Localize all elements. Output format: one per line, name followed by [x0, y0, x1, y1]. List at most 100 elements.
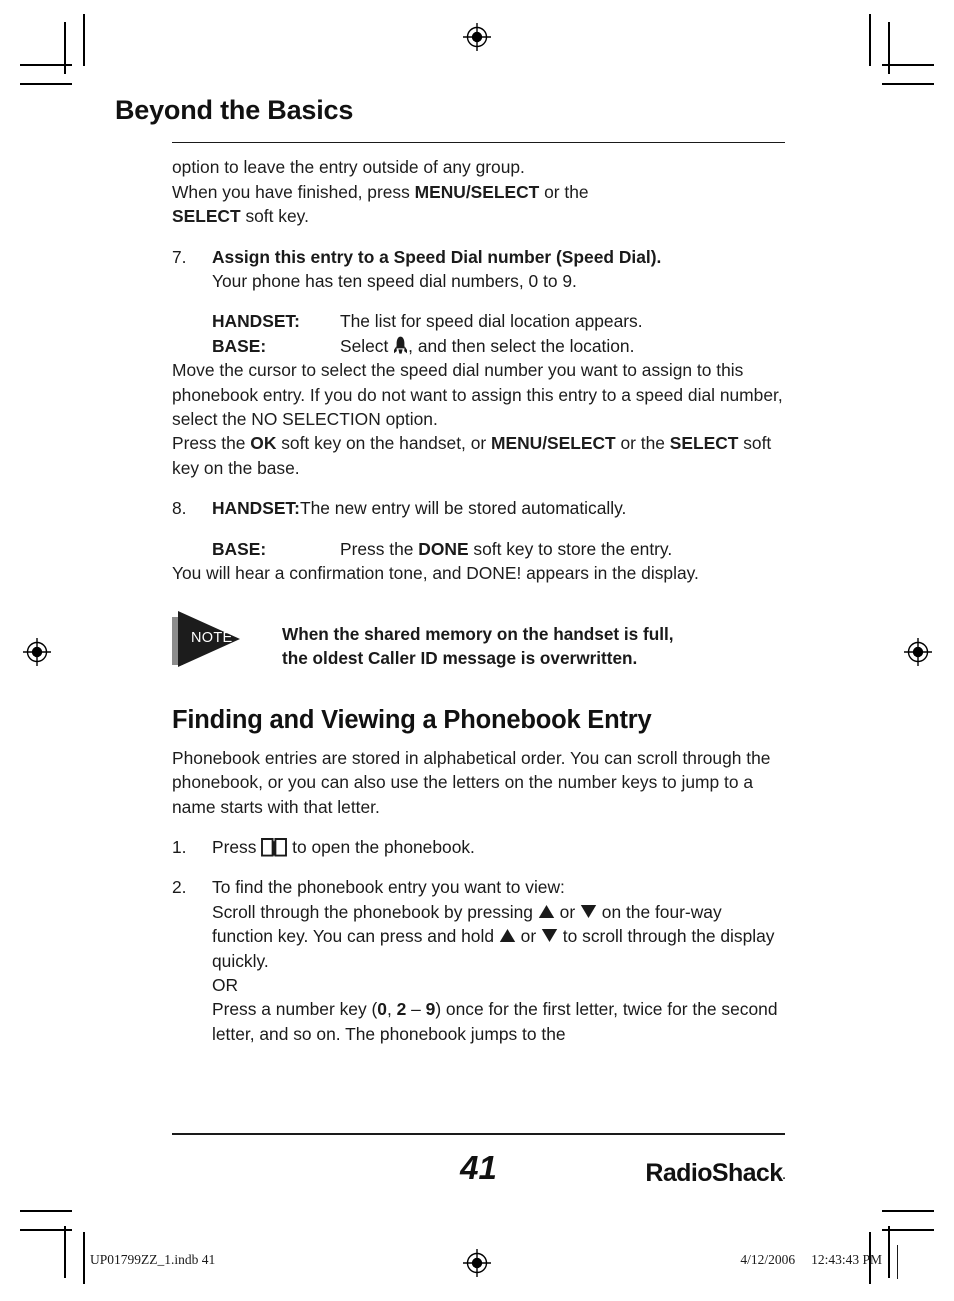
find-step-2-scroll-a: Scroll through the phonebook by pressing [212, 901, 538, 922]
brand-name: RadioShack [645, 1158, 783, 1187]
step-8-base-row: BASE: Press the DONE soft key to store t… [212, 537, 785, 561]
section-intro-paragraph: Phonebook entries are stored in alphabet… [172, 747, 771, 817]
step-7-handset-text: The list for speed dial location appears… [340, 311, 643, 332]
menu-select-keyword: MENU/SELECT [414, 181, 540, 202]
done-keyword: DONE [418, 538, 469, 559]
print-edge-bar [896, 1245, 898, 1279]
find-step-2-or: OR [212, 974, 239, 995]
step-7-heading: Assign this entry to a Speed Dial number… [212, 246, 662, 267]
crop-mark-bottom-left-inner-vertical [64, 1226, 66, 1278]
print-info-timestamp: 4/12/2006 12:43:43 PM [740, 1252, 882, 1268]
list-item-step-7: 7. Assign this entry to a Speed Dial num… [172, 245, 785, 294]
intro-line-2-prefix: When you have finished, press [172, 181, 415, 202]
print-info-time: 12:43:43 PM [811, 1252, 882, 1267]
find-step-2-scroll-d: or [515, 926, 541, 947]
step-8-number: 8. [172, 498, 187, 519]
brand-logo: RadioShack. [645, 1159, 785, 1188]
note-text: When the shared memory on the handset is… [276, 611, 785, 670]
intro-line-3-suffix: soft key. [240, 206, 309, 227]
intro-paragraph: option to leave the entry outside of any… [172, 155, 785, 228]
step-7-device-rows: HANDSET: The list for speed dial locatio… [212, 309, 785, 358]
note-line-1: When the shared memory on the handset is… [282, 624, 674, 645]
find-step-1-prefix: Press [212, 836, 262, 857]
numkey-sep-1: , [386, 999, 397, 1020]
section-title: Finding and Viewing a Phonebook Entry [172, 706, 652, 735]
triangle-down-icon [580, 904, 597, 919]
list-item-find-1: 1. Press to open the phonebook. [172, 835, 785, 859]
body-column: option to leave the entry outside of any… [172, 143, 785, 1046]
brand-registered-mark: . [782, 1169, 786, 1182]
key-9: 9 [425, 999, 436, 1020]
find-step-1-number: 1. [172, 836, 187, 857]
triangle-up-icon [538, 904, 555, 919]
crop-mark-top-right-inner-vertical [888, 22, 890, 74]
rocket-icon [393, 336, 408, 355]
intro-line-2-suffix: or the [539, 181, 589, 202]
print-info-file: UP01799ZZ_1.indb 41 [90, 1252, 216, 1267]
step-7-base-label: BASE: [212, 335, 267, 356]
find-step-2-number: 2. [172, 877, 187, 898]
ok-keyword: OK [250, 433, 277, 454]
triangle-down-icon-2 [541, 928, 558, 943]
find-step-2-line-1: To find the phonebook entry you want to … [212, 877, 565, 898]
find-step-2-numkey-a: Press a number key ( [212, 999, 378, 1020]
key-0: 0 [377, 999, 387, 1020]
step-7-base-text-prefix: Select [340, 335, 394, 356]
step-7-subtext: Your phone has ten speed dial numbers, 0… [212, 270, 577, 291]
crop-mark-bottom-right-horizontal [882, 1229, 934, 1231]
note-line-2: the oldest Caller ID message is overwrit… [282, 648, 638, 669]
step-8-base-prefix: Press the [340, 538, 419, 559]
step-8-body-paragraph: You will hear a confirmation tone, and D… [172, 562, 699, 583]
triangle-up-icon-2 [499, 928, 516, 943]
document-page: Beyond the Basics option to leave the en… [0, 0, 954, 1301]
select-keyword-2: SELECT [669, 433, 739, 454]
step-7-number: 7. [172, 246, 187, 267]
step-8-handset-row: HANDSET: The new entry will be stored au… [212, 496, 785, 520]
step-7-handset-label: HANDSET: [212, 311, 300, 332]
press-prefix: Press the [172, 433, 251, 454]
crop-mark-top-right-vertical [869, 14, 871, 66]
list-item-step-8: 8. HANDSET: The new entry will be stored… [172, 496, 785, 520]
step-7-base-text-suffix: , and then select the location. [408, 335, 635, 356]
registration-target-icon-right [903, 637, 933, 667]
crop-mark-top-left-vertical [83, 14, 85, 66]
crop-mark-top-right-horizontal [882, 64, 934, 66]
find-step-1-text: Press to open the phonebook. [212, 835, 785, 859]
step-7-base-row: BASE: Select , and then select the locat… [212, 334, 785, 358]
crop-mark-top-left-inner-horizontal [20, 83, 72, 85]
list-item-find-2: 2. To find the phonebook entry you want … [172, 875, 785, 1046]
registration-target-icon-left [22, 637, 52, 667]
step-7-body-paragraph: Move the cursor to select the speed dial… [172, 360, 783, 429]
chapter-title: Beyond the Basics [115, 95, 354, 125]
crop-mark-bottom-left-vertical [83, 1232, 85, 1284]
find-step-1-suffix: to open the phonebook. [287, 836, 475, 857]
step-8-handset-label: HANDSET: [212, 498, 300, 519]
registration-target-icon-bottom [462, 1248, 492, 1278]
registration-target-icon-top [462, 22, 492, 52]
numkey-sep-2: – [406, 999, 426, 1020]
crop-mark-bottom-left-inner-horizontal [20, 1210, 72, 1212]
page-content: Beyond the Basics option to leave the en… [115, 95, 839, 1046]
step-7-handset-row: HANDSET: The list for speed dial locatio… [212, 309, 785, 333]
step-7-base-text: Select , and then select the location. [340, 334, 785, 358]
step-8-base-block: BASE: Press the DONE soft key to store t… [212, 537, 785, 561]
intro-line-1: option to leave the entry outside of any… [172, 157, 525, 178]
select-keyword: SELECT [172, 206, 241, 227]
step-8-handset-text: The new entry will be stored automatical… [300, 498, 627, 519]
step-8-base-text: Press the DONE soft key to store the ent… [340, 537, 785, 561]
note-badge: NOTE [172, 611, 276, 668]
crop-mark-top-left-inner-vertical [64, 22, 66, 74]
page-number: 41 [460, 1148, 497, 1186]
press-mid-1: soft key on the handset, or [276, 433, 492, 454]
crop-mark-top-right-inner-horizontal [882, 83, 934, 85]
note-badge-label: NOTE [191, 630, 233, 647]
step-8-base-suffix: soft key to store the entry. [468, 538, 673, 559]
menu-select-keyword-2: MENU/SELECT [491, 433, 616, 454]
press-mid-2: or the [615, 433, 670, 454]
crop-mark-bottom-right-inner-vertical [888, 1226, 890, 1278]
key-2: 2 [396, 999, 407, 1020]
note-callout: NOTE When the shared memory on the hands… [172, 611, 785, 670]
print-info-date: 4/12/2006 [740, 1252, 796, 1267]
page-footer: 41 RadioShack. [172, 1133, 786, 1195]
find-step-2-text: To find the phonebook entry you want to … [212, 875, 785, 1046]
